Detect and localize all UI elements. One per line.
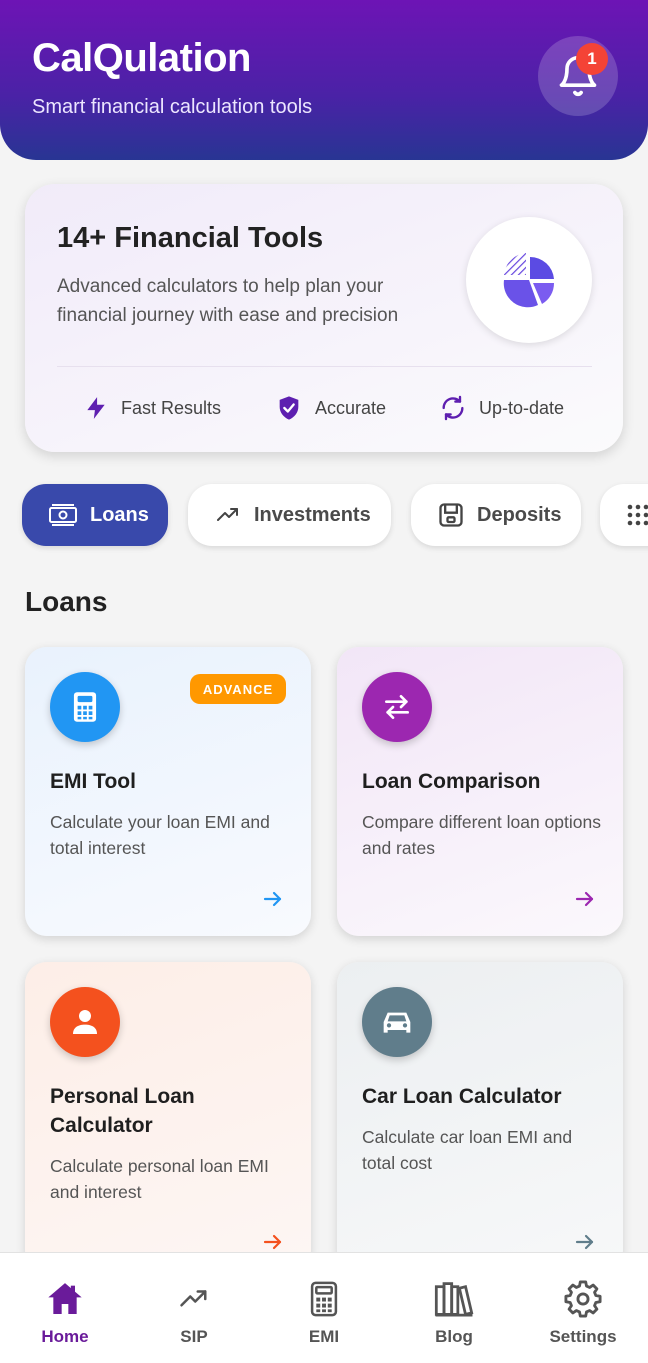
nav-item-settings[interactable]: Settings bbox=[518, 1253, 648, 1363]
money-icon bbox=[49, 504, 77, 526]
category-chip-loans[interactable]: Loans bbox=[22, 484, 168, 546]
nav-item-blog[interactable]: Blog bbox=[389, 1253, 519, 1363]
swap-icon bbox=[385, 695, 409, 719]
category-chip-deposits[interactable]: Deposits bbox=[411, 484, 581, 546]
card-description: Calculate car loan EMI and total cost bbox=[362, 1127, 573, 1173]
advance-badge: ADVANCE bbox=[190, 674, 286, 704]
card-title: Personal Loan Calculator bbox=[50, 1085, 195, 1137]
card-icon-circle bbox=[50, 672, 120, 742]
notification-badge: 1 bbox=[576, 43, 608, 75]
grid-icon bbox=[627, 504, 648, 526]
pie-chart-icon bbox=[503, 253, 555, 308]
bottom-navigation: Home SIP EMI Blog Settings bbox=[0, 1252, 648, 1363]
nav-label: Settings bbox=[549, 1327, 617, 1346]
promo-description: Advanced calculators to help plan your f… bbox=[57, 276, 399, 326]
card-description: Compare different loan options and rates bbox=[362, 812, 601, 858]
promo-illustration bbox=[466, 217, 592, 343]
tool-card-car-loan[interactable]: Car Loan Calculator Calculate car loan E… bbox=[337, 962, 623, 1272]
nav-label: Home bbox=[41, 1327, 89, 1346]
nav-item-sip[interactable]: SIP bbox=[129, 1253, 259, 1363]
promo-divider bbox=[57, 366, 592, 367]
person-icon bbox=[73, 1010, 97, 1034]
gear-icon bbox=[564, 1280, 602, 1318]
section-title: Loans bbox=[25, 586, 108, 617]
promo-title: 14+ Financial Tools bbox=[57, 222, 324, 254]
trending-up-icon bbox=[180, 1290, 207, 1307]
calculator-icon bbox=[310, 1281, 338, 1317]
card-icon-circle bbox=[50, 987, 120, 1057]
notifications-button[interactable] bbox=[538, 36, 618, 116]
arrow-right-icon bbox=[575, 891, 594, 907]
feature-accurate: Accurate bbox=[275, 392, 386, 424]
nav-label: EMI bbox=[308, 1327, 340, 1346]
card-title: Car Loan Calculator bbox=[362, 1085, 562, 1108]
chip-label: Loans bbox=[90, 503, 149, 526]
feature-fast-results: Fast Results bbox=[83, 392, 221, 424]
card-title: Loan Comparison bbox=[362, 770, 541, 793]
safe-icon bbox=[439, 503, 463, 527]
nav-item-home[interactable]: Home bbox=[0, 1253, 130, 1363]
library-icon bbox=[434, 1282, 474, 1317]
feature-label: Accurate bbox=[315, 397, 387, 418]
nav-item-emi[interactable]: EMI bbox=[259, 1253, 389, 1363]
nav-label: SIP bbox=[180, 1327, 208, 1346]
bolt-icon bbox=[87, 397, 105, 419]
tool-card-personal-loan[interactable]: Personal Loan Calculator Calculate perso… bbox=[25, 962, 311, 1272]
car-icon bbox=[383, 1012, 411, 1033]
app-title: CalQulation bbox=[32, 36, 251, 80]
calculator-icon bbox=[73, 692, 97, 722]
card-description: Calculate your loan EMI and total intere… bbox=[50, 812, 270, 858]
card-icon-circle bbox=[362, 672, 432, 742]
shield-check-icon bbox=[279, 396, 299, 420]
arrow-right-icon bbox=[575, 1234, 594, 1250]
card-description: Calculate personal loan EMI and interest bbox=[50, 1156, 269, 1202]
home-icon bbox=[48, 1283, 82, 1314]
sync-icon bbox=[442, 395, 464, 421]
trending-up-icon bbox=[217, 508, 238, 521]
card-icon-circle bbox=[362, 987, 432, 1057]
feature-up-to-date: Up-to-date bbox=[439, 392, 564, 424]
promo-card: 14+ Financial Tools Advanced calculators… bbox=[25, 184, 623, 452]
feature-label: Up-to-date bbox=[479, 397, 565, 418]
category-chip-more[interactable] bbox=[600, 484, 648, 546]
app-subtitle: Smart financial calculation tools bbox=[32, 96, 313, 118]
tool-card-loan-comparison[interactable]: Loan Comparison Compare different loan o… bbox=[337, 647, 623, 936]
feature-label: Fast Results bbox=[121, 397, 222, 418]
category-chip-investments[interactable]: Investments bbox=[188, 484, 391, 546]
arrow-right-icon bbox=[263, 1234, 282, 1250]
chip-label: Investments bbox=[254, 503, 371, 526]
card-title: EMI Tool bbox=[50, 770, 136, 793]
nav-label: Blog bbox=[435, 1327, 473, 1346]
chip-label: Deposits bbox=[477, 503, 562, 526]
tool-card-emi[interactable]: ADVANCE EMI Tool Calculate your loan EMI… bbox=[25, 647, 311, 936]
arrow-right-icon bbox=[263, 891, 282, 907]
